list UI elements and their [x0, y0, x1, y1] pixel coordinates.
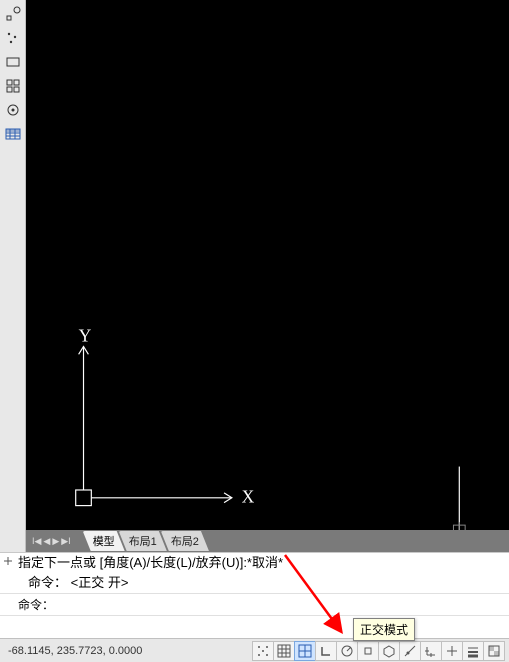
command-prompt-label: 命令： — [18, 596, 54, 613]
tab-label: 布局2 — [171, 536, 199, 548]
status-ortho-mode[interactable] — [315, 641, 337, 661]
command-prompt-row: 命令： — [0, 593, 509, 615]
status-otrack[interactable] — [399, 641, 421, 661]
tab-nav-buttons: I◀ ◀ ▶ ▶I — [26, 536, 77, 547]
status-ducs[interactable] — [420, 641, 442, 661]
command-history-text-2: 命令： <正交 开> — [28, 575, 128, 590]
status-transparency[interactable] — [483, 641, 505, 661]
command-expand-icon[interactable] — [2, 555, 14, 567]
tab-model[interactable]: 模型 — [83, 531, 125, 551]
tab-prev-icon[interactable]: ◀ — [43, 536, 50, 547]
status-grid-display[interactable] — [294, 641, 316, 661]
tab-next-icon[interactable]: ▶ — [52, 536, 59, 547]
status-bar: -68.1145, 235.7723, 0.0000 — [0, 638, 509, 662]
tooltip-text: 正交模式 — [360, 623, 408, 637]
drawing-canvas[interactable]: X Y — [26, 0, 509, 530]
ucs-icon-tool[interactable] — [2, 3, 24, 25]
coordinate-readout[interactable]: -68.1145, 235.7723, 0.0000 — [0, 645, 150, 657]
status-lineweight[interactable] — [462, 641, 484, 661]
status-dyn-input[interactable] — [441, 641, 463, 661]
tab-label: 布局1 — [129, 536, 157, 548]
command-history-text-1: 指定下一点或 [角度(A)/长度(L)/放弃(U)]:*取消* — [18, 555, 283, 570]
target-tool[interactable] — [2, 99, 24, 121]
status-3d-osnap[interactable] — [378, 641, 400, 661]
status-infer-constraints[interactable] — [252, 641, 274, 661]
ucs-x-label: X — [242, 487, 255, 507]
command-history-line: 指定下一点或 [角度(A)/长度(L)/放弃(U)]:*取消* — [0, 553, 509, 573]
command-history-line: 命令： <正交 开> — [0, 573, 509, 593]
tab-first-icon[interactable]: I◀ — [32, 536, 41, 547]
command-input[interactable] — [0, 616, 509, 638]
ortho-tooltip: 正交模式 — [353, 618, 415, 641]
ucs-icon — [76, 347, 232, 506]
points-tool[interactable] — [2, 27, 24, 49]
left-tool-palette — [0, 0, 26, 552]
command-area: 指定下一点或 [角度(A)/长度(L)/放弃(U)]:*取消* 命令： <正交 … — [0, 552, 509, 638]
tab-layout1[interactable]: 布局1 — [119, 531, 167, 551]
viewport-svg: X Y — [26, 0, 509, 530]
table-tool[interactable] — [2, 123, 24, 145]
status-snap-mode[interactable] — [273, 641, 295, 661]
rect-tool[interactable] — [2, 51, 24, 73]
ucs-y-label: Y — [79, 326, 92, 346]
tab-last-icon[interactable]: ▶I — [61, 536, 70, 547]
grid-tool[interactable] — [2, 75, 24, 97]
tab-label: 模型 — [93, 536, 115, 548]
layout-tab-strip: I◀ ◀ ▶ ▶I 模型 布局1 布局2 — [26, 530, 509, 552]
status-toggle-group — [253, 641, 509, 661]
tab-layout2[interactable]: 布局2 — [161, 531, 209, 551]
status-object-snap[interactable] — [357, 641, 379, 661]
status-polar-tracking[interactable] — [336, 641, 358, 661]
